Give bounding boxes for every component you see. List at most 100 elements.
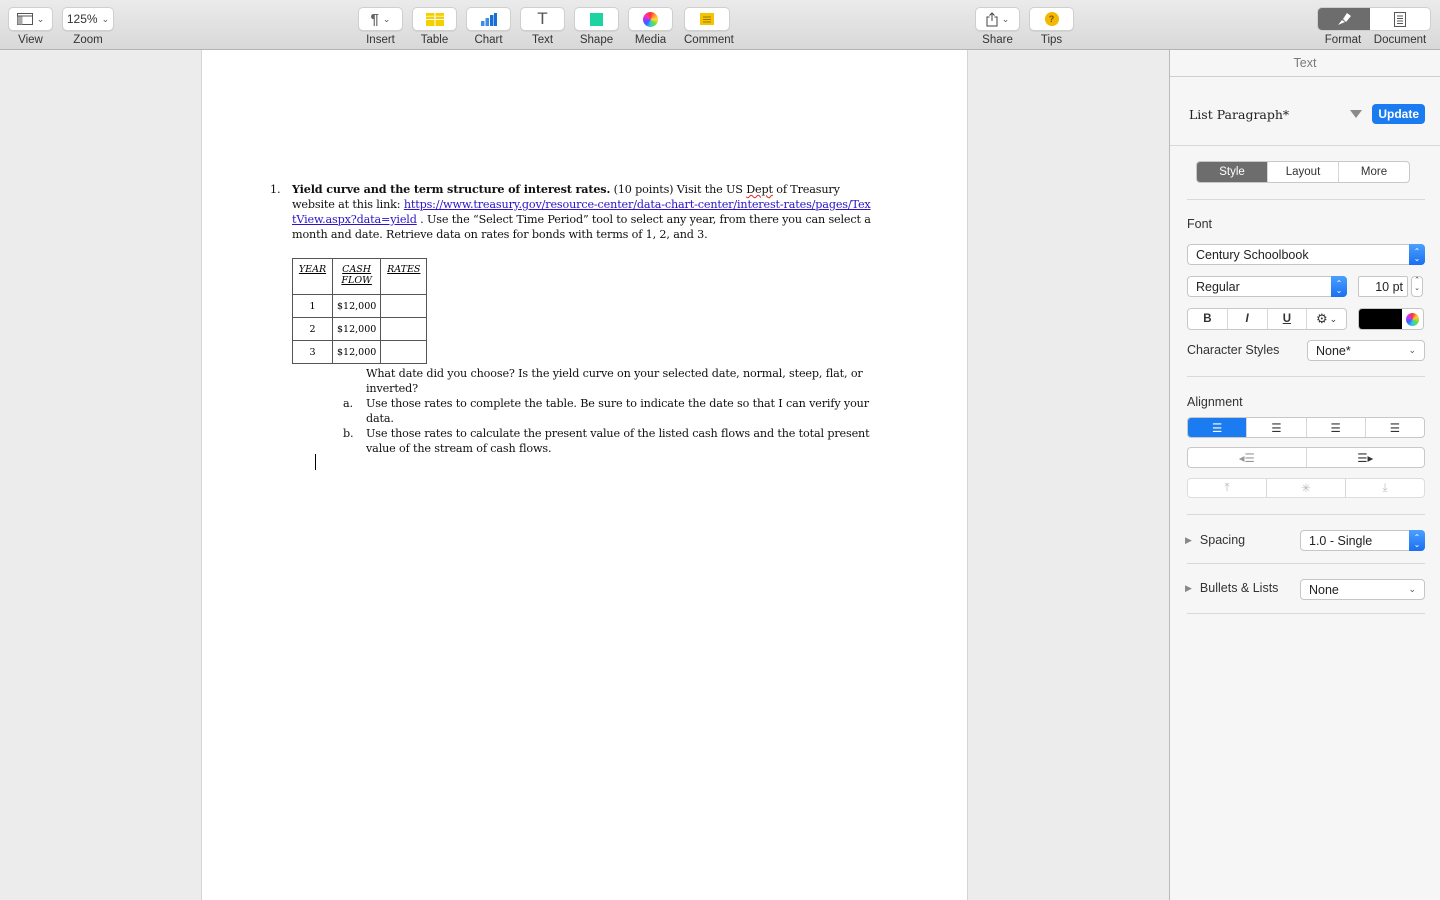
tips-button[interactable]: ? xyxy=(1029,7,1074,31)
table-cell[interactable] xyxy=(380,317,428,341)
misspelled-word[interactable]: Dept xyxy=(746,183,773,196)
align-right-button[interactable]: ☰ xyxy=(1305,418,1365,437)
disclosure-triangle-icon[interactable]: ▶ xyxy=(1185,535,1192,546)
media-button[interactable] xyxy=(628,7,673,31)
chart-control[interactable]: Chart xyxy=(466,7,511,46)
format-label: Format xyxy=(1324,34,1362,46)
text-color-swatch[interactable] xyxy=(1359,309,1402,329)
table-button[interactable] xyxy=(412,7,457,31)
view-control[interactable]: ⌄ View xyxy=(8,7,53,46)
align-center-button[interactable]: ☰ xyxy=(1246,418,1305,437)
align-middle-icon: ✳ xyxy=(1301,483,1311,495)
sub-questions[interactable]: What date did you choose? Is the yield c… xyxy=(343,366,876,456)
zoom-button[interactable]: 125% ⌄ xyxy=(62,7,114,31)
font-size-stepper[interactable]: ⌃ ⌄ xyxy=(1411,276,1423,297)
header-rates[interactable]: RATES xyxy=(380,258,428,295)
insert-button[interactable]: ¶ ⌄ xyxy=(358,7,403,31)
table-cell[interactable]: 1 xyxy=(292,294,333,318)
font-family-value: Century Schoolbook xyxy=(1196,247,1309,262)
shape-label: Shape xyxy=(579,34,614,46)
vertical-alignment-buttons: ⤒ ✳ ⤓ xyxy=(1187,478,1425,498)
paragraph-style-dropdown-icon[interactable] xyxy=(1350,110,1363,118)
list-item-1[interactable]: 1. Yield curve and the term structure of… xyxy=(270,182,872,242)
tips-control[interactable]: ? Tips xyxy=(1029,7,1074,46)
character-styles-select[interactable]: None* ⌄ xyxy=(1307,340,1425,361)
view-button[interactable]: ⌄ xyxy=(8,7,53,31)
format-button[interactable] xyxy=(1318,8,1370,30)
font-family-select[interactable]: Century Schoolbook ⌃ ⌄ xyxy=(1187,244,1425,265)
share-button[interactable]: ⌄ xyxy=(975,7,1020,31)
bold-button[interactable]: B xyxy=(1188,309,1227,329)
insert-control[interactable]: ¶ ⌄ Insert xyxy=(358,7,403,46)
table-cell[interactable]: 3 xyxy=(292,340,333,364)
list-text: Use those rates to calculate the present… xyxy=(366,427,870,455)
text-color-well[interactable] xyxy=(1358,308,1424,330)
document-page[interactable]: 1. Yield curve and the term structure of… xyxy=(201,50,968,900)
share-control[interactable]: ⌄ Share xyxy=(975,7,1020,46)
table-cell[interactable] xyxy=(380,340,428,364)
spacing-select[interactable]: 1.0 - Single ⌃ ⌄ xyxy=(1300,530,1425,551)
table-cell[interactable]: 2 xyxy=(292,317,333,341)
table-cell[interactable]: $12,000 xyxy=(331,317,382,341)
question-title: Yield curve and the term structure of in… xyxy=(292,182,611,196)
paragraph-style-name[interactable]: List Paragraph* xyxy=(1187,107,1289,122)
table-icon xyxy=(425,12,444,26)
decrease-indent-button[interactable]: ◂☰ xyxy=(1188,448,1306,467)
bar-chart-icon xyxy=(480,12,497,26)
divider xyxy=(1187,514,1425,515)
align-top-button[interactable]: ⤒ xyxy=(1188,479,1266,497)
media-label: Media xyxy=(634,34,667,46)
chart-button[interactable] xyxy=(466,7,511,31)
font-size-field[interactable]: 10 pt xyxy=(1358,276,1408,297)
divider xyxy=(1187,613,1425,614)
shape-control[interactable]: Shape xyxy=(574,7,619,46)
document-label: Document xyxy=(1373,34,1427,46)
text-options-button[interactable]: ⚙ ⌄ xyxy=(1306,309,1346,329)
table-control[interactable]: Table xyxy=(412,7,457,46)
cash-flow-table[interactable]: YEAR CASH FLOW RATES 1 $12,000 2 $12,000 xyxy=(292,258,428,364)
table-cell[interactable] xyxy=(380,294,428,318)
color-wheel-button[interactable] xyxy=(1402,309,1423,329)
alignment-buttons: ☰ ☰ ☰ ☰ xyxy=(1187,417,1425,438)
character-styles-value: None* xyxy=(1316,343,1351,358)
tab-more[interactable]: More xyxy=(1338,162,1409,182)
media-control[interactable]: Media xyxy=(628,7,673,46)
table-header-row: YEAR CASH FLOW RATES xyxy=(292,258,428,295)
tab-style[interactable]: Style xyxy=(1197,162,1267,182)
indent-icon: ☰▸ xyxy=(1357,452,1374,465)
document-button[interactable] xyxy=(1370,8,1430,30)
comment-control[interactable]: Comment xyxy=(684,7,734,46)
chevron-down-icon: ⌄ xyxy=(1329,313,1338,324)
list-item-b: b. Use those rates to calculate the pres… xyxy=(343,426,876,456)
insert-label: Insert xyxy=(366,34,395,46)
divider xyxy=(1187,199,1425,200)
align-left-button[interactable]: ☰ xyxy=(1188,418,1247,437)
table-cell[interactable]: $12,000 xyxy=(331,340,382,364)
header-year[interactable]: YEAR xyxy=(292,258,333,295)
align-bottom-button[interactable]: ⤓ xyxy=(1345,479,1424,497)
increase-indent-button[interactable]: ☰▸ xyxy=(1305,448,1425,467)
tab-layout[interactable]: Layout xyxy=(1267,162,1338,182)
comment-button[interactable] xyxy=(684,7,730,31)
chevron-down-icon: ⌄ xyxy=(1408,345,1416,355)
spacing-label: Spacing xyxy=(1199,533,1246,547)
zoom-control[interactable]: 125% ⌄ Zoom xyxy=(62,7,114,46)
document-canvas[interactable]: 1. Yield curve and the term structure of… xyxy=(0,50,1170,900)
header-cash-flow[interactable]: CASH FLOW xyxy=(331,258,382,295)
chevron-down-icon: ⌄ xyxy=(1408,584,1416,594)
square-shape-icon xyxy=(590,12,603,26)
text-button[interactable]: T xyxy=(520,7,565,31)
text-control[interactable]: T Text xyxy=(520,7,565,46)
updown-stepper-icon: ⌃ ⌄ xyxy=(1409,530,1425,551)
justify-button[interactable]: ☰ xyxy=(1364,418,1424,437)
updown-stepper-icon: ⌃ ⌄ xyxy=(1409,244,1425,265)
shape-button[interactable] xyxy=(574,7,619,31)
italic-button[interactable]: I xyxy=(1226,309,1267,329)
underline-button[interactable]: U xyxy=(1266,309,1307,329)
table-cell[interactable]: $12,000 xyxy=(331,294,382,318)
align-middle-button[interactable]: ✳ xyxy=(1266,479,1345,497)
bullets-select[interactable]: None ⌄ xyxy=(1300,579,1425,600)
disclosure-triangle-icon[interactable]: ▶ xyxy=(1185,583,1192,594)
update-button[interactable]: Update xyxy=(1372,104,1425,124)
font-typeface-select[interactable]: Regular ⌃ ⌄ xyxy=(1187,276,1347,297)
